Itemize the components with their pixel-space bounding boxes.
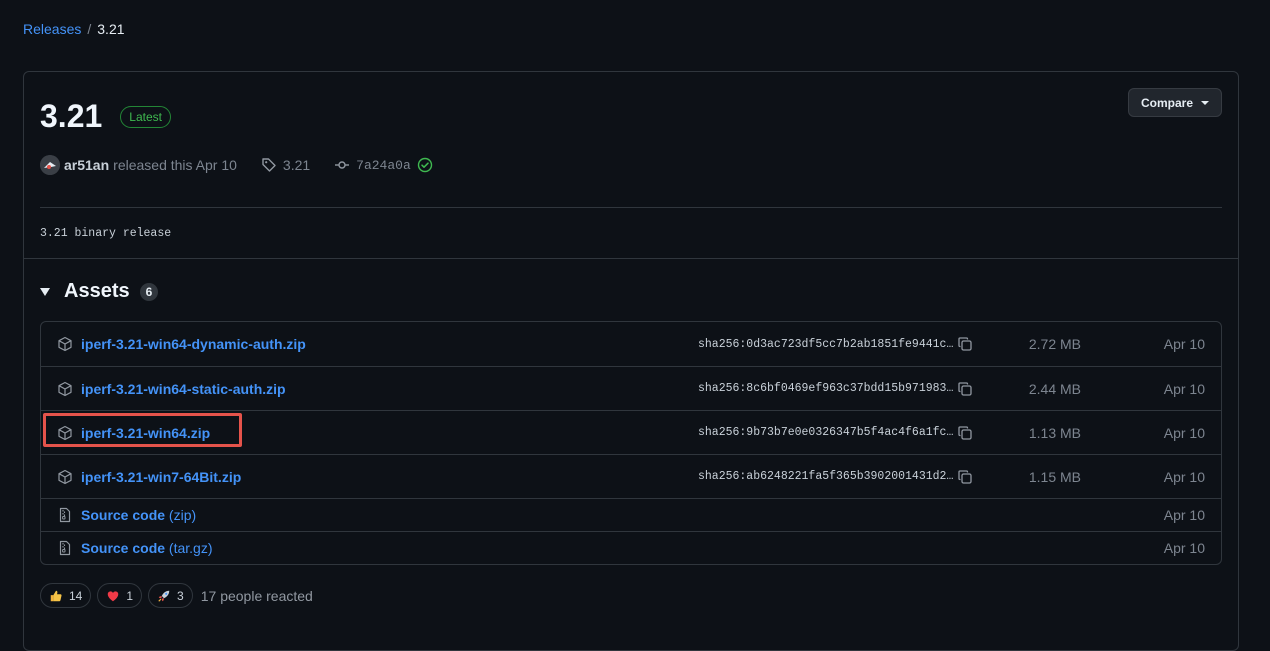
file-zip-icon <box>59 540 71 556</box>
assets-count-badge: 6 <box>139 282 159 301</box>
assets-title: Assets <box>64 280 130 302</box>
asset-sha: sha256:9b73b7e0e0326347b5f4ac4f6a1fc… <box>698 426 954 439</box>
source-format: (zip) <box>168 507 197 523</box>
file-zip-icon <box>59 507 71 523</box>
reaction-thumbs-up[interactable]: 14 <box>40 583 92 608</box>
reactions-summary: 17 people reacted <box>200 587 313 604</box>
reaction-heart[interactable]: 1 <box>97 583 143 608</box>
package-icon <box>58 381 72 396</box>
reaction-rocket[interactable]: 3 <box>148 583 193 608</box>
release-meta: ar51an released this Apr 10 3.21 7a24a0a <box>40 154 433 176</box>
asset-size: 2.44 MB <box>1028 380 1081 397</box>
package-icon <box>58 336 72 352</box>
copy-icon[interactable] <box>957 336 973 352</box>
reaction-count: 1 <box>126 588 134 603</box>
breadcrumb: Releases / 3.21 <box>23 21 125 37</box>
reaction-count: 3 <box>177 588 184 603</box>
asset-date: Apr 10 <box>1163 424 1205 441</box>
copy-icon[interactable] <box>957 469 973 485</box>
rocket-icon <box>158 590 170 602</box>
check-circle-icon[interactable] <box>417 157 433 173</box>
asset-date: Apr 10 <box>1163 468 1205 485</box>
chevron-down-icon <box>1201 100 1209 105</box>
release-title: 3.21 <box>40 98 103 134</box>
commit-link[interactable]: 7a24a0a <box>334 157 433 173</box>
source-row: Source code (zip) Apr 10 <box>41 498 1221 531</box>
released-text: released this Apr 10 <box>113 157 237 173</box>
asset-sha: sha256:0d3ac723df5cc7b2ab1851fe9441c… <box>698 337 954 351</box>
asset-link-static-auth[interactable]: iperf-3.21-win64-static-auth.zip <box>81 381 286 397</box>
breadcrumb-current: 3.21 <box>97 21 125 37</box>
thumbs-up-icon <box>50 590 62 601</box>
asset-sha: sha256:8c6bf0469ef963c37bdd15b971983… <box>698 382 954 395</box>
latest-badge: Latest <box>120 105 171 128</box>
assets-toggle[interactable]: Assets 6 <box>40 280 159 303</box>
asset-date: Apr 10 <box>1163 336 1205 352</box>
source-label: Source code <box>81 540 166 556</box>
triangle-down-icon <box>40 287 50 296</box>
tag-link[interactable]: 3.21 <box>261 157 310 173</box>
asset-row: iperf-3.21-win64.zip sha256:9b73b7e0e032… <box>41 410 1221 454</box>
release-body: 3.21 binary release <box>40 227 172 240</box>
tag-label: 3.21 <box>282 157 311 173</box>
copy-icon[interactable] <box>957 381 973 397</box>
asset-link-win7-64bit[interactable]: iperf-3.21-win7-64Bit.zip <box>81 469 241 485</box>
asset-link-win64[interactable]: iperf-3.21-win64.zip <box>81 425 210 441</box>
asset-sha: sha256:ab6248221fa5f365b3902001431d2… <box>698 470 954 483</box>
asset-size: 1.13 MB <box>1028 424 1081 441</box>
asset-size: 1.15 MB <box>1028 468 1081 485</box>
compare-label: Compare <box>1140 95 1193 110</box>
source-code-targz-link[interactable]: Source code (tar.gz) <box>81 540 213 556</box>
asset-row: iperf-3.21-win64-static-auth.zip sha256:… <box>41 366 1221 410</box>
reaction-count: 14 <box>69 588 83 603</box>
asset-row: iperf-3.21-win7-64Bit.zip sha256:ab62482… <box>41 454 1221 498</box>
release-card: 3.21 Latest Compare ar51an released this… <box>23 71 1239 651</box>
package-icon <box>58 469 72 484</box>
asset-row: iperf-3.21-win64-dynamic-auth.zip sha256… <box>41 322 1221 366</box>
asset-size: 2.72 MB <box>1028 336 1081 352</box>
package-icon <box>58 425 72 440</box>
commit-sha: 7a24a0a <box>356 157 411 173</box>
author-link[interactable]: ar51an <box>64 157 109 173</box>
divider <box>24 258 1238 259</box>
tag-icon <box>262 158 276 172</box>
asset-date: Apr 10 <box>1163 540 1205 556</box>
assets-list: iperf-3.21-win64-dynamic-auth.zip sha256… <box>40 321 1222 565</box>
asset-date: Apr 10 <box>1163 507 1205 523</box>
asset-link-dynamic-auth[interactable]: iperf-3.21-win64-dynamic-auth.zip <box>81 336 306 352</box>
source-label: Source code <box>81 507 166 523</box>
avatar-icon <box>40 155 60 175</box>
avatar[interactable] <box>40 155 60 175</box>
reactions-bar: 14 1 3 17 people reacted <box>40 583 313 608</box>
divider <box>40 207 1222 208</box>
asset-date: Apr 10 <box>1163 380 1205 397</box>
breadcrumb-releases-link[interactable]: Releases <box>23 21 81 37</box>
breadcrumb-separator: / <box>87 21 92 37</box>
git-commit-icon <box>335 161 350 169</box>
source-code-zip-link[interactable]: Source code (zip) <box>81 507 196 523</box>
compare-button[interactable]: Compare <box>1127 88 1222 117</box>
release-header: 3.21 Latest <box>40 98 171 135</box>
source-row: Source code (tar.gz) Apr 10 <box>41 531 1221 564</box>
copy-icon[interactable] <box>957 425 973 441</box>
source-format: (tar.gz) <box>168 540 213 556</box>
heart-icon <box>108 590 119 601</box>
